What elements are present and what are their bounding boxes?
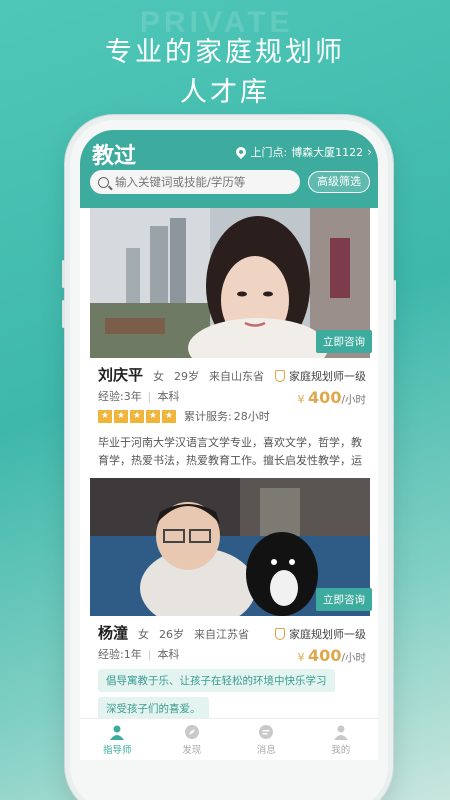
planner-list[interactable]: 立即咨询 刘庆平 女 29岁 来自山东省 家庭规划师一级 经验:3年 | 本科 … xyxy=(80,208,378,730)
app-screen: 教过 上门点: 博森大厦1122 › 高级筛选 xyxy=(80,130,378,758)
promo-subheadline: 人才库 xyxy=(180,77,270,108)
advanced-filter-button[interactable]: 高级筛选 xyxy=(308,171,370,193)
planner-name: 杨潼 xyxy=(98,624,129,642)
star-icon: ★ xyxy=(146,409,160,423)
location-pin-icon xyxy=(234,144,249,160)
star-icon: ★ xyxy=(114,409,128,423)
consult-button[interactable]: 立即咨询 xyxy=(316,330,372,353)
compass-icon xyxy=(184,724,199,739)
price-unit: /小时 xyxy=(341,394,366,406)
search-box[interactable] xyxy=(90,170,300,194)
tab-discover[interactable]: 发现 xyxy=(155,719,230,760)
location-prefix: 上门点: xyxy=(250,146,288,159)
planner-gender: 女 xyxy=(153,370,165,383)
price: ¥ 400/小时 xyxy=(298,646,366,665)
tab-profile[interactable]: 我的 xyxy=(304,719,379,760)
planner-info: 刘庆平 女 29岁 来自山东省 家庭规划师一级 经验:3年 | 本科 ¥ 400… xyxy=(98,364,368,470)
planner-gender: 女 xyxy=(138,628,150,641)
shield-icon xyxy=(275,370,285,382)
app-logo: 教过 xyxy=(92,143,137,169)
planner-education: 本科 xyxy=(157,390,180,403)
person-icon xyxy=(110,725,125,740)
price-symbol: ¥ xyxy=(297,651,305,664)
tab-advisor[interactable]: 指导师 xyxy=(80,719,155,760)
tab-label: 指导师 xyxy=(102,744,132,756)
tab-label: 消息 xyxy=(256,744,276,756)
price-symbol: ¥ xyxy=(297,393,305,406)
planner-age: 26岁 xyxy=(159,628,185,641)
app-header: 教过 上门点: 博森大厦1122 › 高级筛选 xyxy=(80,130,378,208)
planner-origin: 来自山东省 xyxy=(209,370,265,383)
search-icon xyxy=(98,176,109,188)
planner-age: 29岁 xyxy=(174,370,200,383)
location-selector[interactable]: 上门点: 博森大厦1122 › xyxy=(234,144,372,160)
certification-badge: 家庭规划师一级 xyxy=(275,626,366,642)
tab-messages[interactable]: 消息 xyxy=(229,719,304,760)
tab-label: 我的 xyxy=(331,744,351,756)
planner-education: 本科 xyxy=(157,648,180,661)
certification-label: 家庭规划师一级 xyxy=(289,370,366,383)
separator: | xyxy=(147,389,152,403)
tag-list: 倡导寓教于乐、让孩子在轻松的环境中快乐学习 深受孩子们的喜爱。 xyxy=(98,664,368,720)
bottom-tab-bar: 指导师 发现 消息 我的 xyxy=(80,718,378,760)
tab-label: 发现 xyxy=(182,744,202,756)
price-unit: /小时 xyxy=(341,652,366,664)
planner-description: 毕业于河南大学汉语言文学专业，喜欢文学，哲学，教育学，热爱书法，热爱教育工作。擅… xyxy=(98,436,362,467)
promo-headline: 专业的家庭规划师 xyxy=(105,37,345,68)
certification-badge: 家庭规划师一级 xyxy=(275,368,366,384)
user-icon xyxy=(333,725,348,740)
price-value: 400 xyxy=(308,646,342,665)
search-input[interactable] xyxy=(115,175,275,189)
volume-up-button xyxy=(62,260,65,288)
power-button xyxy=(393,280,396,320)
star-icon: ★ xyxy=(162,409,176,423)
service-hours: 28小时 xyxy=(233,410,270,423)
shield-icon xyxy=(275,628,285,640)
feature-tag: 深受孩子们的喜爱。 xyxy=(98,697,209,720)
planner-card[interactable]: 立即咨询 刘庆平 女 29岁 来自山东省 家庭规划师一级 经验:3年 | 本科 … xyxy=(80,208,378,478)
planner-experience: 经验:3年 xyxy=(98,390,142,403)
planner-name: 刘庆平 xyxy=(98,366,144,384)
phone-mockup: 教过 上门点: 博森大厦1122 › 高级筛选 xyxy=(62,120,396,800)
chevron-right-icon: › xyxy=(367,145,372,159)
certification-label: 家庭规划师一级 xyxy=(289,628,366,641)
volume-down-button xyxy=(62,300,65,328)
planner-info: 杨潼 女 26岁 来自江苏省 家庭规划师一级 经验:1年 | 本科 ¥ 400/… xyxy=(98,622,368,720)
separator: | xyxy=(147,647,152,661)
planner-experience: 经验:1年 xyxy=(98,648,142,661)
planner-card[interactable]: 立即咨询 杨潼 女 26岁 来自江苏省 家庭规划师一级 经验:1年 | 本科 ¥… xyxy=(80,478,378,730)
rating-stars: ★ ★ ★ ★ ★ xyxy=(98,409,176,423)
star-icon: ★ xyxy=(98,409,112,423)
planner-origin: 来自江苏省 xyxy=(194,628,250,641)
service-label: 累计服务: xyxy=(184,410,232,423)
feature-tag: 倡导寓教于乐、让孩子在轻松的环境中快乐学习 xyxy=(98,669,335,692)
chat-icon xyxy=(259,724,274,739)
location-value: 博森大厦1122 xyxy=(291,146,364,159)
price: ¥ 400/小时 xyxy=(298,388,366,407)
consult-button[interactable]: 立即咨询 xyxy=(316,588,372,611)
star-icon: ★ xyxy=(130,409,144,423)
price-value: 400 xyxy=(308,388,342,407)
